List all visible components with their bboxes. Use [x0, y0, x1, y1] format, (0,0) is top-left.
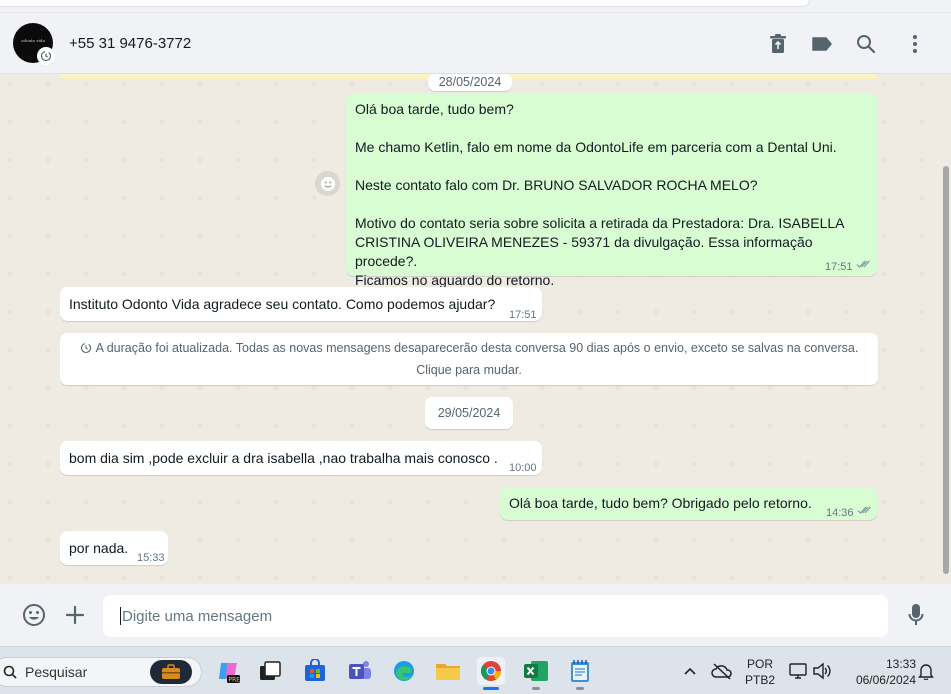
avatar[interactable]: odonto vida — [13, 23, 55, 65]
keyboard-layout: PTB2 — [744, 673, 775, 687]
text-caret — [120, 607, 121, 625]
message-time: 17:51 — [509, 309, 537, 321]
message-line: Olá boa tarde, tudo bem? — [355, 101, 514, 117]
message-input-placeholder: Digite uma mensagem — [122, 607, 273, 625]
clock-time: 13:33 — [885, 657, 916, 671]
input-language[interactable]: POR PTB2 — [742, 656, 778, 688]
disappearing-messages-notice[interactable]: A duração foi atualizada. Todas as novas… — [60, 333, 878, 385]
emoji-icon[interactable] — [21, 602, 47, 628]
edge-icon[interactable] — [390, 657, 418, 685]
disappearing-timer-icon — [37, 47, 55, 65]
date-chip: 28/05/2024 — [428, 74, 512, 91]
notice-change-link[interactable]: Clique para mudar. — [60, 360, 878, 380]
message-time: 14:36 — [826, 507, 854, 519]
react-emoji-icon[interactable] — [315, 171, 340, 196]
language-code: POR — [746, 657, 773, 671]
message-outgoing[interactable]: Olá boa tarde, tudo bem? Obrigado pelo r… — [500, 487, 877, 520]
active-indicator — [483, 687, 499, 690]
search-strip — [0, 0, 810, 7]
microphone-icon[interactable] — [903, 602, 929, 628]
running-indicator — [576, 687, 584, 690]
store-icon[interactable] — [301, 657, 329, 685]
delete-icon[interactable] — [766, 32, 790, 56]
chat-panel[interactable]: 28/05/2024 Olá boa tarde, tudo bem? Me c… — [0, 74, 951, 584]
onedrive-offline-icon[interactable] — [708, 657, 736, 685]
read-ticks-icon — [856, 257, 871, 276]
avatar-logo-text: odonto vida — [21, 38, 45, 43]
widget-briefcase-icon — [150, 660, 192, 684]
task-view-icon[interactable] — [256, 657, 284, 685]
message-time: 15:33 — [137, 552, 165, 564]
message-incoming[interactable]: bom dia sim ,pode excluir a dra isabella… — [60, 441, 542, 475]
chrome-icon[interactable] — [477, 657, 505, 690]
running-indicator — [532, 687, 540, 690]
message-text: bom dia sim ,pode excluir a dra isabella… — [69, 450, 498, 466]
chat-scrollbar[interactable] — [943, 166, 949, 574]
menu-icon[interactable] — [903, 32, 927, 56]
message-line: Neste contato falo com Dr. BRUNO SALVADO… — [355, 177, 758, 193]
copilot-icon[interactable]: PRE — [214, 657, 242, 685]
chat-header[interactable]: odonto vida +55 31 9476-3772 — [0, 13, 951, 74]
notice-text: A duração foi atualizada. Todas as novas… — [95, 341, 859, 355]
clock-date: 06/06/2024 — [855, 673, 916, 687]
search-icon — [3, 665, 17, 679]
message-outgoing[interactable]: Olá boa tarde, tudo bem? Me chamo Ketlin… — [346, 94, 877, 288]
message-composer: Digite uma mensagem — [0, 584, 951, 646]
chevron-up-icon[interactable] — [676, 657, 704, 685]
svg-text:PRE: PRE — [229, 677, 241, 684]
label-icon[interactable] — [810, 32, 834, 56]
teams-icon[interactable] — [346, 657, 374, 685]
notification-bell-icon[interactable] — [912, 657, 940, 685]
windows-taskbar: Pesquisar PRE POR PTB2 13:33 06/06/2024 — [0, 646, 951, 694]
message-text: por nada. — [69, 540, 129, 556]
excel-icon[interactable] — [522, 657, 550, 690]
attach-plus-icon[interactable] — [62, 602, 88, 628]
top-strip — [0, 0, 951, 13]
date-chip: 29/05/2024 — [425, 397, 513, 429]
message-incoming[interactable]: por nada. 15:33 — [60, 531, 168, 565]
message-text: Instituto Odonto Vida agradece seu conta… — [69, 296, 496, 312]
file-explorer-icon[interactable] — [434, 657, 462, 685]
message-text: Olá boa tarde, tudo bem? Obrigado pelo r… — [509, 495, 812, 511]
search-icon[interactable] — [854, 32, 878, 56]
clock[interactable]: 13:33 06/06/2024 — [840, 656, 916, 688]
contact-name[interactable]: +55 31 9476-3772 — [69, 35, 191, 52]
notepad-icon[interactable] — [566, 657, 594, 690]
message-line: Motivo do contato seria sobre solicita a… — [355, 215, 845, 231]
message-time: 17:51 — [825, 261, 853, 273]
message-input[interactable]: Digite uma mensagem — [103, 595, 888, 637]
read-ticks-icon — [857, 503, 872, 522]
timer-icon — [80, 340, 92, 360]
taskbar-search[interactable]: Pesquisar — [0, 657, 202, 687]
message-line: CRISTINA OLIVEIRA MENEZES - 59371 da div… — [355, 234, 813, 269]
message-incoming[interactable]: Instituto Odonto Vida agradece seu conta… — [60, 287, 542, 321]
message-line: Me chamo Ketlin, falo em nome da OdontoL… — [355, 139, 837, 155]
taskbar-search-label: Pesquisar — [25, 664, 88, 680]
volume-icon[interactable] — [808, 657, 836, 685]
message-time: 10:00 — [509, 462, 537, 474]
